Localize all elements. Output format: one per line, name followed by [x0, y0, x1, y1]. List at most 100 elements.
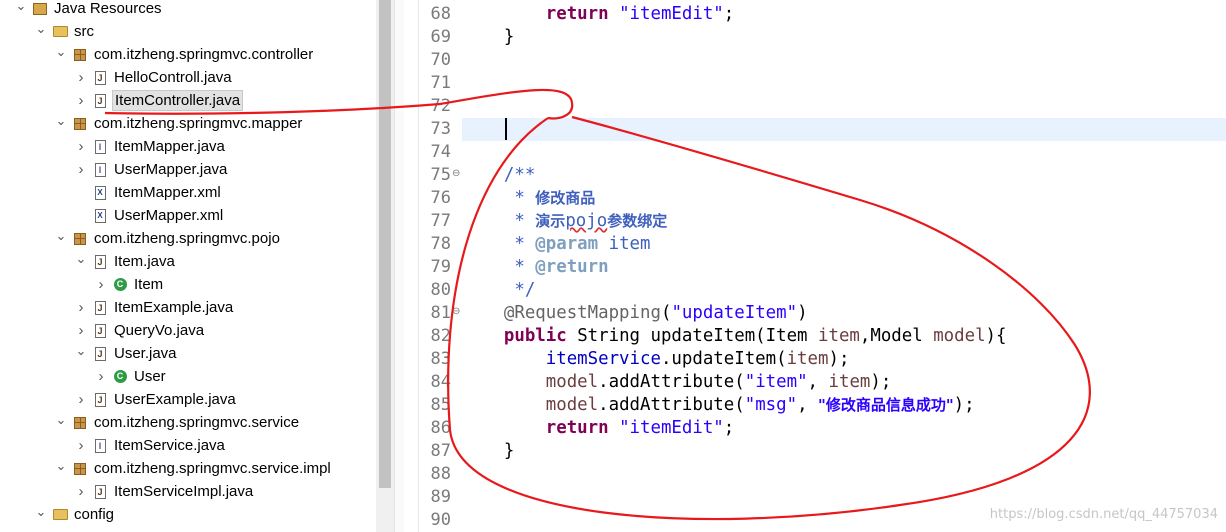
code-line[interactable]	[462, 95, 1226, 118]
tree-item[interactable]: › J ItemController.java	[0, 89, 244, 112]
tree-item[interactable]: › J HelloControll.java	[0, 66, 234, 89]
tree-item[interactable]: › I UserMapper.java	[0, 158, 229, 181]
tree-item[interactable]: › I ItemService.java	[0, 434, 227, 457]
code-line[interactable]	[462, 486, 1226, 509]
expand-arrow-icon[interactable]: ⌄	[54, 408, 68, 431]
code-line[interactable]: * @return	[462, 256, 1226, 279]
tree-item[interactable]: › J UserExample.java	[0, 388, 238, 411]
code-token: );	[828, 349, 850, 369]
collapse-arrow-icon[interactable]: ›	[74, 89, 88, 112]
tree-item[interactable]: ⌄ com.itzheng.springmvc.controller	[0, 43, 315, 66]
tree-item[interactable]: › C User	[0, 365, 168, 388]
java-file-icon: J	[92, 300, 108, 316]
code-line[interactable]: itemService.updateItem(item);	[462, 348, 1226, 371]
code-line[interactable]: model.addAttribute("msg", "修改商品信息成功");	[462, 394, 1226, 417]
code-editor[interactable]: return "itemEdit"; } /** * 修改商品 * 演示pojo…	[462, 0, 1226, 532]
expand-arrow-icon[interactable]: ⌄	[54, 454, 68, 477]
line-number: 86	[430, 418, 451, 438]
code-token: model	[545, 395, 599, 415]
package-icon	[72, 231, 88, 247]
explorer-scrollbar-thumb[interactable]	[379, 0, 391, 488]
java-file-icon: J	[92, 93, 108, 109]
tree-item[interactable]: ⌄ config	[0, 503, 116, 526]
collapse-arrow-icon[interactable]: ›	[74, 66, 88, 89]
expand-arrow-icon[interactable]: ⌄	[54, 224, 68, 247]
line-number: 83	[430, 349, 451, 369]
fold-toggle-icon[interactable]: ⊖	[452, 306, 460, 317]
expand-arrow-icon[interactable]: ⌄	[34, 17, 48, 40]
java-file-icon: J	[92, 392, 108, 408]
code-line[interactable]	[462, 463, 1226, 486]
expand-arrow-icon[interactable]: ⌄	[54, 109, 68, 132]
code-token: ,	[797, 395, 819, 415]
tree-item[interactable]: › J QueryVo.java	[0, 319, 206, 342]
expand-arrow-icon[interactable]: ⌄	[74, 247, 88, 270]
collapse-arrow-icon[interactable]: ›	[74, 388, 88, 411]
tree-item-label: Item	[134, 276, 164, 293]
code-token: ;	[723, 418, 735, 438]
tree-item-label: com.itzheng.springmvc.service	[94, 414, 300, 431]
tree-item[interactable]: ⌄ J Item.java	[0, 250, 177, 273]
tree-item-label: UserMapper.xml	[114, 207, 224, 224]
tree-item-label: com.itzheng.springmvc.mapper	[94, 115, 303, 132]
line-number: 70	[430, 50, 451, 70]
tree-item[interactable]: ⌄ src	[0, 20, 96, 43]
tree-item[interactable]: › I ItemMapper.java	[0, 135, 227, 158]
collapse-arrow-icon[interactable]: ›	[74, 480, 88, 503]
code-line[interactable]: }	[462, 26, 1226, 49]
code-line[interactable]: }	[462, 440, 1226, 463]
fold-toggle-icon[interactable]: ⊖	[452, 168, 460, 179]
code-line[interactable]: * 修改商品	[462, 187, 1226, 210]
code-line[interactable]	[462, 49, 1226, 72]
package-explorer: ⌄ Java Resources ⌄ src ⌄ com.itzheng.springmv…	[0, 0, 376, 532]
tree-item[interactable]: ⌄ com.itzheng.springmvc.pojo	[0, 227, 282, 250]
tree-item[interactable]: ⌄ com.itzheng.springmvc.service	[0, 411, 301, 434]
tree-item-label: config	[74, 506, 115, 523]
code-line[interactable]: public String updateItem(Item item,Model…	[462, 325, 1226, 348]
code-token: *	[462, 257, 536, 277]
code-line[interactable]: @RequestMapping("updateItem")	[462, 302, 1226, 325]
tree-item[interactable]: › J ItemExample.java	[0, 296, 235, 319]
tree-item[interactable]: ⌄ com.itzheng.springmvc.mapper	[0, 112, 304, 135]
tree-item[interactable]: X ItemMapper.xml	[0, 181, 223, 204]
line-number: 81	[430, 303, 451, 323]
collapse-arrow-icon[interactable]: ›	[74, 296, 88, 319]
code-token: );	[870, 372, 892, 392]
tree-item-label: com.itzheng.springmvc.pojo	[94, 230, 280, 247]
collapse-arrow-icon[interactable]: ›	[74, 434, 88, 457]
code-line[interactable]	[462, 141, 1226, 164]
code-token: "修改商品信息成功"	[818, 396, 954, 414]
code-line[interactable]: * @param item	[462, 233, 1226, 256]
expand-arrow-icon[interactable]: ⌄	[34, 500, 48, 523]
tree-item[interactable]: X UserMapper.xml	[0, 204, 225, 227]
code-line[interactable]: * 演示pojo参数绑定	[462, 210, 1226, 233]
line-number: 76	[430, 188, 451, 208]
package-icon	[72, 47, 88, 63]
xml-file-icon: X	[92, 208, 108, 224]
code-line[interactable]: */	[462, 279, 1226, 302]
collapse-arrow-icon[interactable]: ›	[74, 158, 88, 181]
code-token: item	[598, 234, 651, 254]
tree-item[interactable]: ⌄ com.itzheng.springmvc.service.impl	[0, 457, 333, 480]
code-line[interactable]: /**	[462, 164, 1226, 187]
code-line[interactable]: model.addAttribute("item", item);	[462, 371, 1226, 394]
expand-arrow-icon[interactable]: ⌄	[54, 40, 68, 63]
expand-arrow-icon[interactable]: ⌄	[14, 0, 28, 17]
code-line[interactable]: return "itemEdit";	[462, 417, 1226, 440]
collapse-arrow-icon[interactable]: ›	[94, 365, 108, 388]
explorer-scrollbar[interactable]	[376, 0, 394, 532]
code-line[interactable]: return "itemEdit";	[462, 3, 1226, 26]
line-number-gutter: 68 69 70 71 72 73 74 75 ⊖ 76 77 78 79 80 81 ⊖ 82 83 84 85 86…	[419, 0, 461, 532]
expand-arrow-icon[interactable]: ⌄	[74, 339, 88, 362]
code-line[interactable]	[462, 72, 1226, 95]
collapse-arrow-icon[interactable]: ›	[74, 135, 88, 158]
collapse-arrow-icon[interactable]: ›	[94, 273, 108, 296]
text-caret	[505, 118, 507, 140]
tree-item[interactable]: ⌄ J User.java	[0, 342, 179, 365]
code-line[interactable]	[462, 118, 1226, 141]
class-icon: C	[112, 369, 128, 385]
tree-item[interactable]: › C Item	[0, 273, 165, 296]
tree-item[interactable]: ⌄ Java Resources	[0, 0, 164, 20]
